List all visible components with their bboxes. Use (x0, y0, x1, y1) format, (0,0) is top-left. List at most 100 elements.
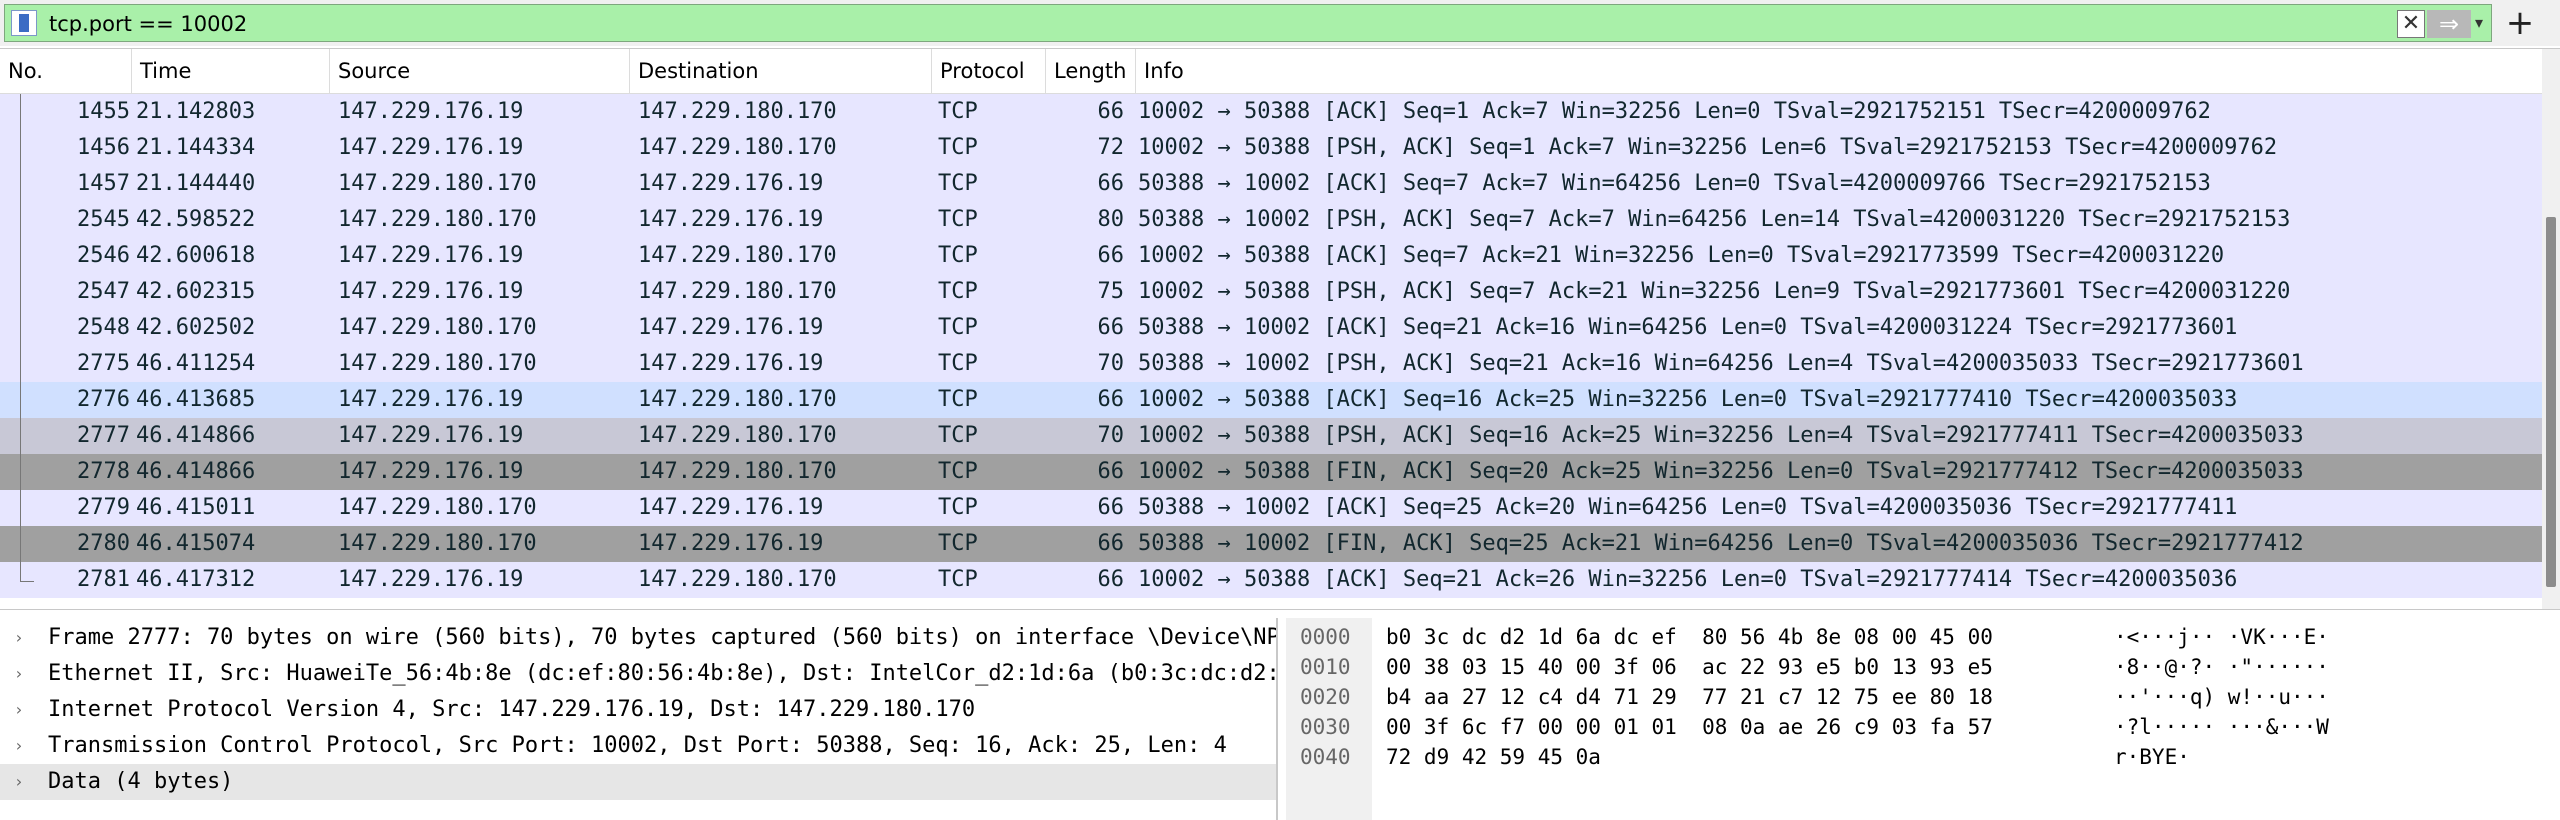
packet-time: 46.415074 (136, 531, 256, 556)
details-tree-item[interactable]: › Frame 2777: 70 bytes on wire (560 bits)… (0, 620, 1276, 656)
packet-protocol: TCP (938, 243, 978, 268)
packet-destination: 147.229.180.170 (638, 279, 837, 304)
packet-number: 2545 (77, 207, 130, 232)
ascii-bytes[interactable]: ·?l····· ···&···W (2114, 712, 2329, 742)
byte-offset[interactable]: 0000 (1300, 622, 1351, 652)
packet-time: 46.415011 (136, 495, 256, 520)
bytes-row: 0040 72 d9 42 59 45 0a r·BYE· (1286, 742, 2560, 772)
expand-arrow-icon[interactable]: › (14, 620, 30, 656)
chevron-down-icon[interactable]: ▾ (2468, 6, 2490, 40)
details-tree-item[interactable]: › Internet Protocol Version 4, Src: 147.2… (0, 692, 1276, 728)
plus-icon[interactable]: + (2500, 3, 2540, 43)
byte-offset[interactable]: 0020 (1300, 682, 1351, 712)
packet-source: 147.229.180.170 (338, 315, 537, 340)
bytes-row: 0020 b4 aa 27 12 c4 d4 71 29 77 21 c7 12 … (1286, 682, 2560, 712)
details-tree-item[interactable]: › Ethernet II, Src: HuaweiTe_56:4b:8e (dc… (0, 656, 1276, 692)
ascii-bytes[interactable]: ··'···q) w!··u··· (2114, 682, 2329, 712)
packet-destination: 147.229.180.170 (638, 99, 837, 124)
column-header-source[interactable]: Source (330, 49, 630, 93)
filter-expression[interactable]: tcp.port == 10002 (49, 12, 247, 36)
packet-row[interactable]: 1456 21.144334 147.229.176.19 147.229.180.1… (0, 130, 2542, 166)
packet-length: 66 (1097, 387, 1125, 412)
column-header-info[interactable]: Info (1136, 49, 2542, 93)
bytes-row: 0010 00 38 03 15 40 00 3f 06 ac 22 93 e5 … (1286, 652, 2560, 682)
packet-length: 66 (1097, 567, 1125, 592)
packet-destination: 147.229.180.170 (638, 423, 837, 448)
packet-protocol: TCP (938, 531, 978, 556)
column-header-destination[interactable]: Destination (630, 49, 932, 93)
packet-row[interactable]: 2778 46.414866 147.229.176.19 147.229.180.1… (0, 454, 2542, 490)
packet-row[interactable]: 2548 42.602502 147.229.180.170 147.229.176.… (0, 310, 2542, 346)
scrollbar-thumb[interactable] (2546, 217, 2556, 587)
byte-offset[interactable]: 0030 (1300, 712, 1351, 742)
ascii-bytes[interactable]: ·8··@·?· ·"······ (2114, 652, 2329, 682)
packet-row[interactable]: 2777 46.414866 147.229.176.19 147.229.180.1… (0, 418, 2542, 454)
column-header-time[interactable]: Time (132, 49, 330, 93)
packet-rows: 1455 21.142803 147.229.176.19 147.229.180.1… (0, 94, 2542, 598)
packet-destination: 147.229.176.19 (638, 531, 824, 556)
packet-number: 2777 (77, 423, 130, 448)
column-header-no[interactable]: No. (0, 49, 132, 93)
packet-info: 10002 → 50388 [ACK] Seq=21 Ack=26 Win=32… (1138, 567, 2238, 592)
packet-row[interactable]: 2781 46.417312 147.229.176.19 147.229.180.1… (0, 562, 2542, 598)
packet-protocol: TCP (938, 135, 978, 160)
packet-row[interactable]: 2775 46.411254 147.229.180.170 147.229.176.… (0, 346, 2542, 382)
hex-bytes[interactable]: 00 38 03 15 40 00 3f 06 ac 22 93 e5 b0 1… (1386, 652, 1993, 682)
expand-arrow-icon[interactable]: › (14, 692, 30, 728)
packet-row[interactable]: 1455 21.142803 147.229.176.19 147.229.180.1… (0, 94, 2542, 130)
hex-bytes[interactable]: 00 3f 6c f7 00 00 01 01 08 0a ae 26 c9 0… (1386, 712, 1993, 742)
apply-arrow-icon[interactable]: ⇒ (2427, 10, 2471, 38)
expand-arrow-icon[interactable]: › (14, 728, 30, 764)
packet-number: 2778 (77, 459, 130, 484)
packet-source: 147.229.176.19 (338, 243, 524, 268)
hex-bytes[interactable]: 72 d9 42 59 45 0a (1386, 742, 1601, 772)
expand-arrow-icon[interactable]: › (14, 656, 30, 692)
ascii-bytes[interactable]: ·<···j·· ·VK···E· (2114, 622, 2329, 652)
display-filter-toolbar: tcp.port == 10002 ✕ ⇒ ▾ + (0, 0, 2560, 46)
column-header-protocol[interactable]: Protocol (932, 49, 1046, 93)
packet-protocol: TCP (938, 567, 978, 592)
packet-row[interactable]: 2547 42.602315 147.229.176.19 147.229.180.1… (0, 274, 2542, 310)
packet-info: 10002 → 50388 [ACK] Seq=7 Ack=21 Win=322… (1138, 243, 2225, 268)
bookmark-icon[interactable] (11, 10, 37, 36)
packet-destination: 147.229.180.170 (638, 243, 837, 268)
packet-protocol: TCP (938, 171, 978, 196)
packet-length: 70 (1097, 351, 1125, 376)
packet-protocol: TCP (938, 207, 978, 232)
packet-number: 2775 (77, 351, 130, 376)
hex-bytes[interactable]: b4 aa 27 12 c4 d4 71 29 77 21 c7 12 75 e… (1386, 682, 1993, 712)
packet-time: 21.142803 (136, 99, 256, 124)
packet-row[interactable]: 2780 46.415074 147.229.180.170 147.229.176.… (0, 526, 2542, 562)
packet-row[interactable]: 2776 46.413685 147.229.176.19 147.229.180.1… (0, 382, 2542, 418)
packet-destination: 147.229.176.19 (638, 207, 824, 232)
packet-row[interactable]: 2546 42.600618 147.229.176.19 147.229.180.1… (0, 238, 2542, 274)
byte-offset[interactable]: 0040 (1300, 742, 1351, 772)
byte-offset[interactable]: 0010 (1300, 652, 1351, 682)
packet-protocol: TCP (938, 459, 978, 484)
packet-info: 50388 → 10002 [FIN, ACK] Seq=25 Ack=21 W… (1138, 531, 2304, 556)
packet-destination: 147.229.180.170 (638, 567, 837, 592)
details-tree-item[interactable]: › Data (4 bytes) (0, 764, 1276, 800)
packet-details-pane: › Frame 2777: 70 bytes on wire (560 bits)… (0, 618, 1278, 820)
details-tree-item[interactable]: › Transmission Control Protocol, Src Port… (0, 728, 1276, 764)
packet-row[interactable]: 2545 42.598522 147.229.180.170 147.229.176.… (0, 202, 2542, 238)
packet-source: 147.229.176.19 (338, 99, 524, 124)
packet-protocol: TCP (938, 315, 978, 340)
packet-protocol: TCP (938, 423, 978, 448)
packet-protocol: TCP (938, 351, 978, 376)
vertical-scrollbar[interactable] (2542, 49, 2560, 609)
hex-bytes[interactable]: b0 3c dc d2 1d 6a dc ef 80 56 4b 8e 08 0… (1386, 622, 1993, 652)
packet-number: 1455 (77, 99, 130, 124)
packet-destination: 147.229.176.19 (638, 315, 824, 340)
packet-protocol: TCP (938, 99, 978, 124)
details-item-label: Internet Protocol Version 4, Src: 147.22… (48, 697, 976, 722)
packet-row[interactable]: 2779 46.415011 147.229.180.170 147.229.176.… (0, 490, 2542, 526)
packet-length: 66 (1097, 243, 1125, 268)
display-filter-input[interactable]: tcp.port == 10002 ✕ ⇒ (4, 4, 2492, 42)
ascii-bytes[interactable]: r·BYE· (2114, 742, 2190, 772)
expand-arrow-icon[interactable]: › (14, 764, 30, 800)
packet-row[interactable]: 1457 21.144440 147.229.180.170 147.229.176.… (0, 166, 2542, 202)
column-header-length[interactable]: Length (1046, 49, 1136, 93)
clear-icon[interactable]: ✕ (2397, 10, 2425, 38)
packet-number: 2780 (77, 531, 130, 556)
